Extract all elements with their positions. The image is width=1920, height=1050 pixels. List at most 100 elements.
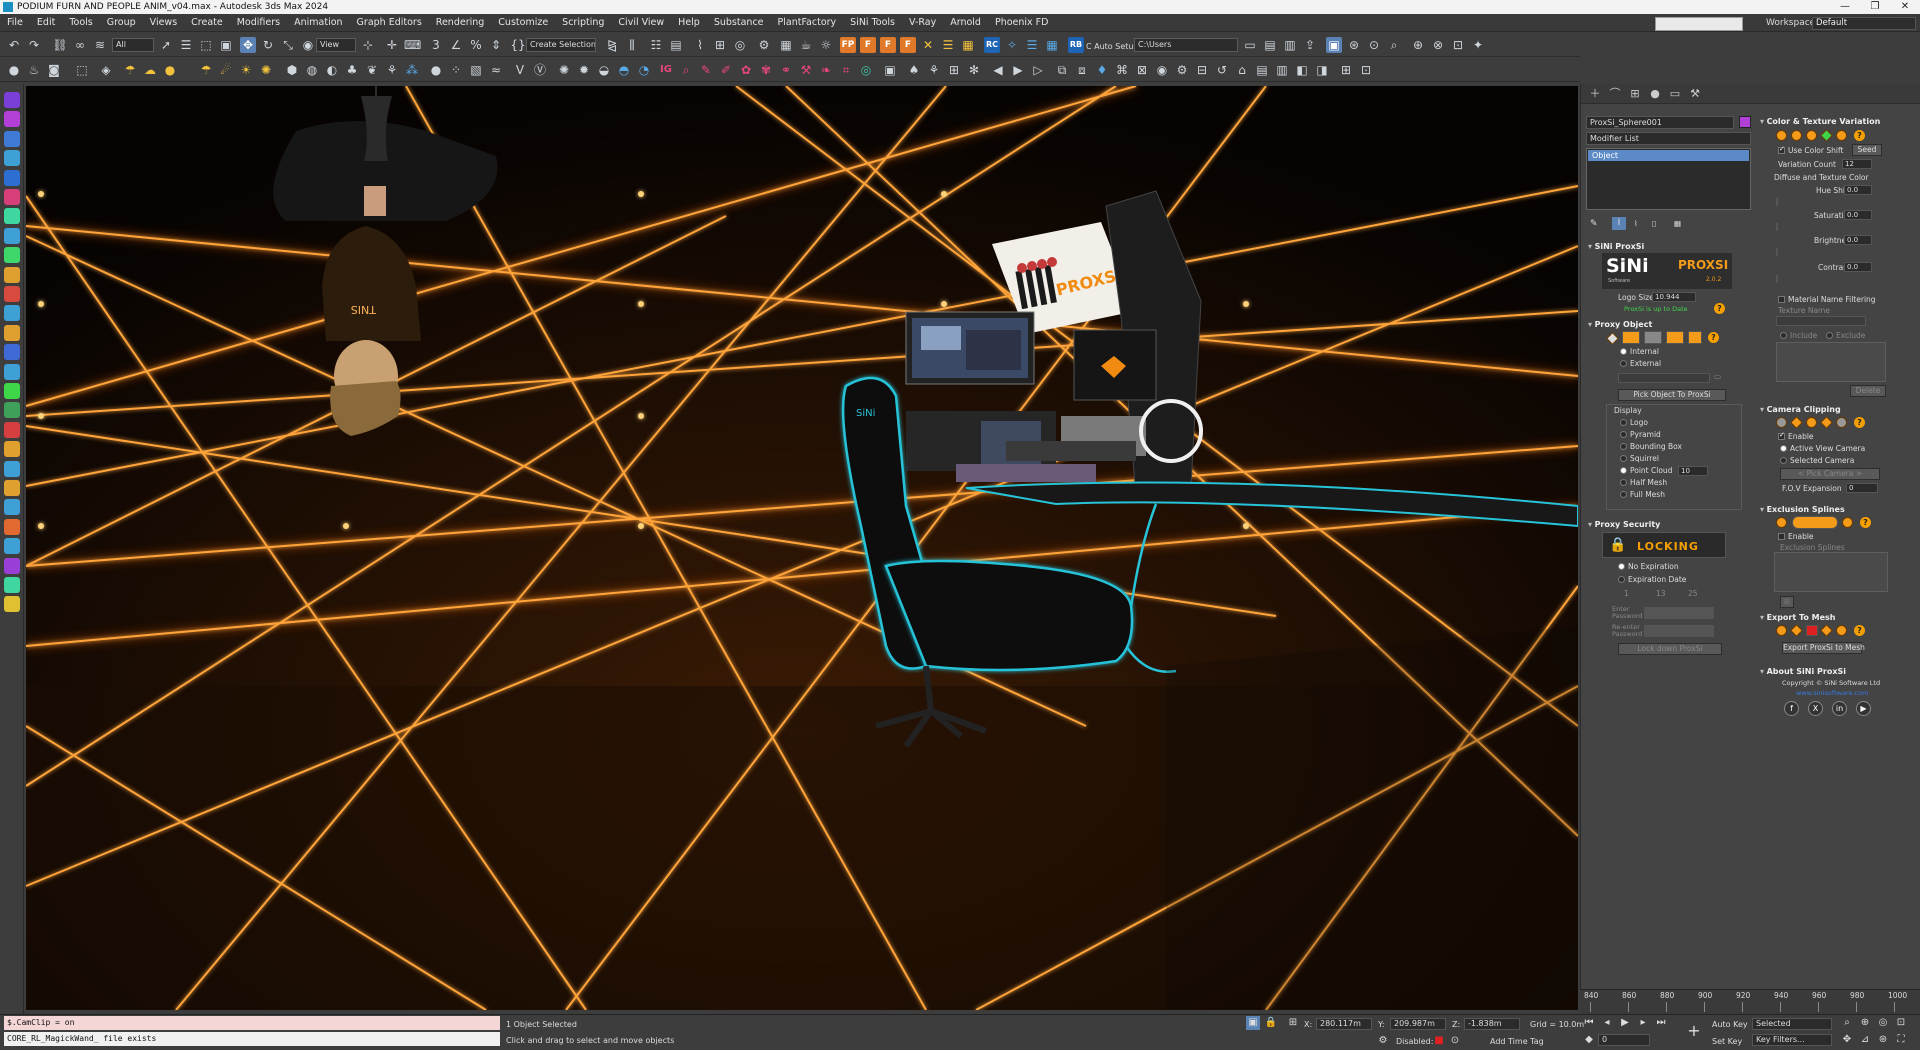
- x-twitter-icon[interactable]: X: [1808, 701, 1823, 716]
- sini-icon-14[interactable]: [4, 344, 20, 361]
- cc-help-icon[interactable]: ?: [1854, 417, 1865, 428]
- linkedin-icon[interactable]: in: [1832, 701, 1847, 716]
- select-rotate-icon[interactable]: ↻: [260, 37, 276, 53]
- color-texture-rollout-header[interactable]: Color & Texture Variation: [1756, 116, 1918, 128]
- named-selection-sets-dropdown[interactable]: Create Selection Se: [526, 38, 596, 52]
- torus-icon[interactable]: ◐: [324, 62, 340, 78]
- selection-lock-icon[interactable]: 🔒: [1264, 1016, 1278, 1030]
- multi-sphere-icon[interactable]: ⁘: [448, 62, 464, 78]
- tools-l-icon[interactable]: ◧: [1294, 62, 1310, 78]
- pick-camera-button[interactable]: < Pick Camera >: [1780, 468, 1880, 480]
- reference-coordinate-dropdown[interactable]: View: [316, 38, 356, 52]
- saturation-spinner[interactable]: 0.0: [1844, 210, 1872, 220]
- show-end-result-icon[interactable]: Ⅰ: [1612, 217, 1626, 230]
- angle-snap-icon[interactable]: ∠: [448, 37, 464, 53]
- sini-icon-8[interactable]: [4, 227, 20, 244]
- align-icon[interactable]: ⫼: [624, 37, 640, 53]
- brightness-spinner[interactable]: 0.0: [1844, 235, 1872, 245]
- key-mode-icon[interactable]: ◆: [1582, 1033, 1596, 1047]
- ig-spiral-icon[interactable]: ◎: [858, 62, 874, 78]
- fov-ctrl-icon[interactable]: ⊿: [1858, 1033, 1872, 1047]
- fi-icon[interactable]: F: [880, 37, 896, 53]
- fur-icon[interactable]: ≈: [488, 62, 504, 78]
- sini-icon-23[interactable]: [4, 518, 20, 535]
- brightness-slider[interactable]: [1776, 248, 1778, 256]
- relink-icon[interactable]: ✧: [1004, 37, 1020, 53]
- set-key-label[interactable]: Set Key: [1712, 1037, 1742, 1046]
- configure-sets-icon[interactable]: ▦: [1674, 219, 1681, 228]
- modify-tab-icon[interactable]: ⌒: [1607, 86, 1623, 102]
- external-path-field[interactable]: [1618, 373, 1710, 383]
- ct-icon-3[interactable]: [1806, 130, 1817, 141]
- grass-icon[interactable]: ⚘: [384, 62, 400, 78]
- rect-selection-icon[interactable]: ⬚: [198, 37, 214, 53]
- tools-f-icon[interactable]: ⚙: [1174, 62, 1190, 78]
- pointcloud-spinner[interactable]: 10: [1678, 466, 1708, 476]
- cc-enable-checkbox[interactable]: [1778, 431, 1785, 440]
- sini-icon-9[interactable]: [4, 247, 20, 264]
- save-folder-icon[interactable]: ▥: [1282, 37, 1298, 53]
- tools-n-icon[interactable]: ⊞: [1338, 62, 1354, 78]
- create-tab-icon[interactable]: ＋: [1587, 86, 1603, 102]
- ig-icon[interactable]: IG: [658, 62, 674, 78]
- sini-icon-26[interactable]: [4, 577, 20, 593]
- display-fullmesh-radio[interactable]: [1620, 491, 1627, 498]
- proxy-object-rollout-header[interactable]: Proxy Object: [1584, 319, 1752, 331]
- sini-proxsi-rollout-header[interactable]: SiNi ProxSi: [1584, 241, 1752, 253]
- em-icon-1[interactable]: [1776, 625, 1787, 636]
- forest-icon[interactable]: ♠: [906, 62, 922, 78]
- display-squirrel-radio[interactable]: [1620, 455, 1627, 462]
- tools-k-icon[interactable]: ▥: [1274, 62, 1290, 78]
- ig-grid-icon[interactable]: ⌗: [838, 62, 854, 78]
- menu-tools[interactable]: Tools: [62, 14, 99, 32]
- fov-expansion-spinner[interactable]: 0: [1846, 483, 1878, 493]
- proxy-folder-icon[interactable]: [1688, 331, 1702, 344]
- add-time-tag[interactable]: Add Time Tag: [1490, 1037, 1544, 1046]
- menu-v-ray[interactable]: V-Ray: [902, 14, 943, 32]
- orbit-icon[interactable]: ⊛: [1346, 37, 1362, 53]
- geometry-icon[interactable]: ◈: [98, 62, 114, 78]
- play-icon[interactable]: ▶: [1010, 62, 1026, 78]
- ct-help-icon[interactable]: ?: [1854, 130, 1865, 141]
- selected-camera-radio[interactable]: [1780, 457, 1787, 464]
- sun-icon[interactable]: ☀: [238, 62, 254, 78]
- exclude-radio[interactable]: [1826, 332, 1833, 339]
- sini-icon-2[interactable]: [4, 111, 20, 128]
- ig-link-icon[interactable]: ⚭: [778, 62, 794, 78]
- zoom-region-icon[interactable]: ⊕: [1858, 1016, 1872, 1030]
- active-view-camera-radio[interactable]: [1780, 445, 1787, 452]
- external-radio[interactable]: [1620, 360, 1627, 367]
- sini-icon-4[interactable]: [4, 150, 20, 167]
- ig-flower-icon[interactable]: ✿: [738, 62, 754, 78]
- hue-shift-spinner[interactable]: 0.0: [1844, 185, 1872, 195]
- proxy-export-icon[interactable]: [1666, 331, 1684, 344]
- proxy-help-icon[interactable]: ?: [1708, 332, 1719, 343]
- tools-e-icon[interactable]: ◉: [1154, 62, 1170, 78]
- close-icon[interactable]: ✕: [1890, 0, 1920, 14]
- tools-c-icon[interactable]: ⌘: [1114, 62, 1130, 78]
- key-mode-dropdown[interactable]: Selected: [1752, 1018, 1832, 1030]
- sini-icon-10[interactable]: [4, 266, 20, 283]
- exclusion-splines-rollout-header[interactable]: Exclusion Splines: [1756, 504, 1918, 516]
- teapot-icon[interactable]: ♨: [26, 62, 42, 78]
- menu-rendering[interactable]: Rendering: [429, 14, 492, 32]
- stack-item-object[interactable]: Object: [1588, 150, 1749, 161]
- logo-size-spinner[interactable]: 10.944: [1652, 292, 1696, 302]
- cc-icon-1[interactable]: [1776, 417, 1787, 428]
- es-help-icon[interactable]: ?: [1860, 517, 1871, 528]
- texture-name-field[interactable]: [1776, 316, 1866, 326]
- rc-icon[interactable]: RC: [984, 37, 1000, 53]
- ct-icon-5[interactable]: [1836, 130, 1847, 141]
- date-month[interactable]: 13: [1656, 589, 1666, 598]
- project-folder-dropdown[interactable]: C:\Users: [1134, 38, 1238, 52]
- em-icon-5[interactable]: [1836, 625, 1847, 636]
- forensic-tools-icon[interactable]: ✕: [920, 37, 936, 53]
- render-active-icon[interactable]: ☼: [818, 37, 834, 53]
- place-icon[interactable]: ◉: [300, 37, 316, 53]
- zoom-extents-icon[interactable]: ⌕: [1840, 1016, 1854, 1030]
- matte-sphere-icon[interactable]: ●: [428, 62, 444, 78]
- menu-substance[interactable]: Substance: [707, 14, 771, 32]
- cc-icon-4[interactable]: [1820, 416, 1833, 429]
- walk-through-icon[interactable]: ✦: [1470, 37, 1486, 53]
- expiration-date-radio[interactable]: [1618, 576, 1625, 583]
